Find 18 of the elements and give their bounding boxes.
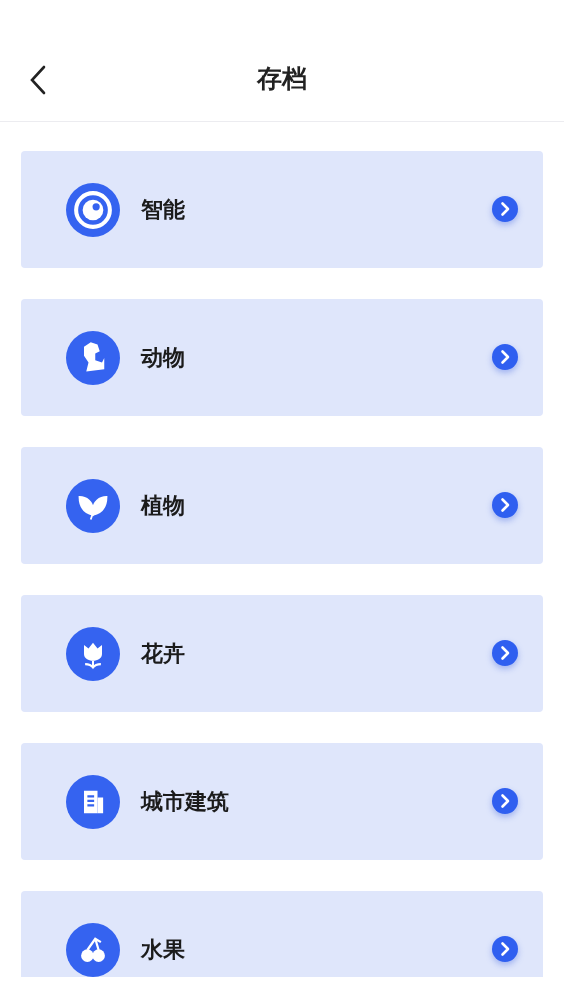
category-card[interactable]: 花卉 (21, 595, 543, 712)
flower-icon (66, 626, 120, 681)
category-card[interactable]: 动物 (21, 299, 543, 416)
cherry-icon (66, 922, 120, 977)
category-label: 城市建筑 (141, 787, 230, 816)
category-card[interactable]: 植物 (21, 447, 543, 564)
category-card[interactable]: 智能 (21, 151, 543, 268)
category-label: 花卉 (141, 639, 186, 668)
category-label: 智能 (141, 195, 186, 224)
leaf-icon (66, 478, 120, 533)
category-card[interactable]: 水果 (21, 891, 543, 977)
category-card[interactable]: 城市建筑 (21, 743, 543, 860)
page-title: 存档 (257, 63, 307, 95)
building-icon (66, 774, 120, 829)
category-label: 水果 (141, 935, 186, 964)
category-label: 动物 (141, 343, 186, 372)
eye-icon (66, 182, 120, 237)
category-label: 植物 (141, 491, 186, 520)
